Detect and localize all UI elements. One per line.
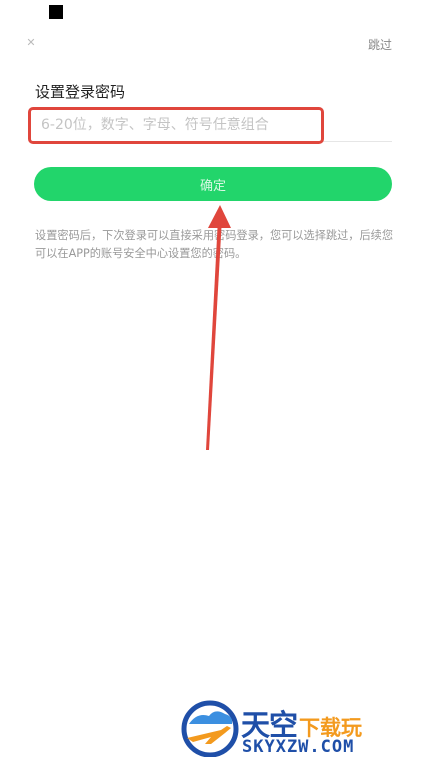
skyxzw-logo-icon: [181, 700, 239, 757]
page-title: 设置登录密码: [35, 83, 126, 101]
watermark-url: SKYXZW.COM: [242, 737, 355, 757]
skip-link[interactable]: 跳过: [368, 36, 392, 53]
annotation-arrow-head: [208, 205, 231, 228]
status-bar: [0, 0, 426, 30]
password-input[interactable]: [35, 110, 392, 140]
close-icon[interactable]: ✕: [24, 36, 38, 50]
watermark-brand: 天空 下载玩: [241, 702, 362, 742]
hint-text: 设置密码后，下次登录可以直接采用密码登录，您可以选择跳过，后续您可以在APP的账…: [35, 229, 394, 260]
confirm-button[interactable]: 确定: [34, 167, 392, 201]
status-square-icon: [49, 5, 63, 19]
watermark: 天空 下载玩 SKYXZW.COM: [181, 700, 426, 757]
password-field-wrapper: [35, 110, 392, 142]
